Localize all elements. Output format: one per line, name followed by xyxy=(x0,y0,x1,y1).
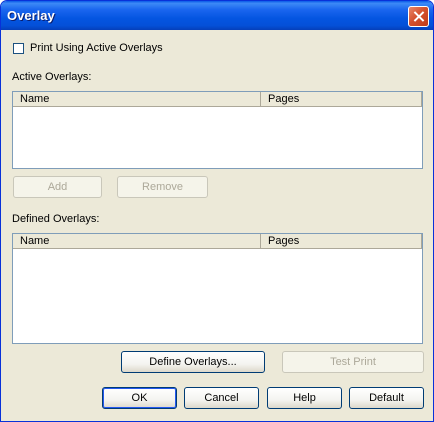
close-icon[interactable] xyxy=(408,6,429,27)
defined-pages-column-header[interactable]: Pages xyxy=(261,234,422,249)
defined-overlays-list[interactable]: Name Pages xyxy=(12,233,423,344)
define-overlays-button[interactable]: Define Overlays... xyxy=(121,351,265,373)
add-button[interactable]: Add xyxy=(13,176,102,198)
active-overlays-label: Active Overlays: xyxy=(12,71,92,83)
remove-button[interactable]: Remove xyxy=(117,176,208,198)
window-title: Overlay xyxy=(7,8,55,23)
active-name-column-header[interactable]: Name xyxy=(13,92,261,107)
overlay-dialog: Overlay Print Using Active Overlays Acti… xyxy=(0,0,434,422)
defined-name-column-header[interactable]: Name xyxy=(13,234,261,249)
cancel-button[interactable]: Cancel xyxy=(184,387,259,409)
print-using-active-overlays-checkbox[interactable] xyxy=(13,43,24,54)
help-button[interactable]: Help xyxy=(267,387,342,409)
active-overlays-list[interactable]: Name Pages xyxy=(12,91,423,169)
title-bar[interactable]: Overlay xyxy=(1,1,433,30)
print-using-active-overlays-label[interactable]: Print Using Active Overlays xyxy=(30,42,163,54)
active-pages-column-header[interactable]: Pages xyxy=(261,92,422,107)
defined-overlays-label: Defined Overlays: xyxy=(12,213,100,225)
test-print-button[interactable]: Test Print xyxy=(282,351,424,373)
ok-button[interactable]: OK xyxy=(102,387,177,409)
default-button[interactable]: Default xyxy=(349,387,424,409)
